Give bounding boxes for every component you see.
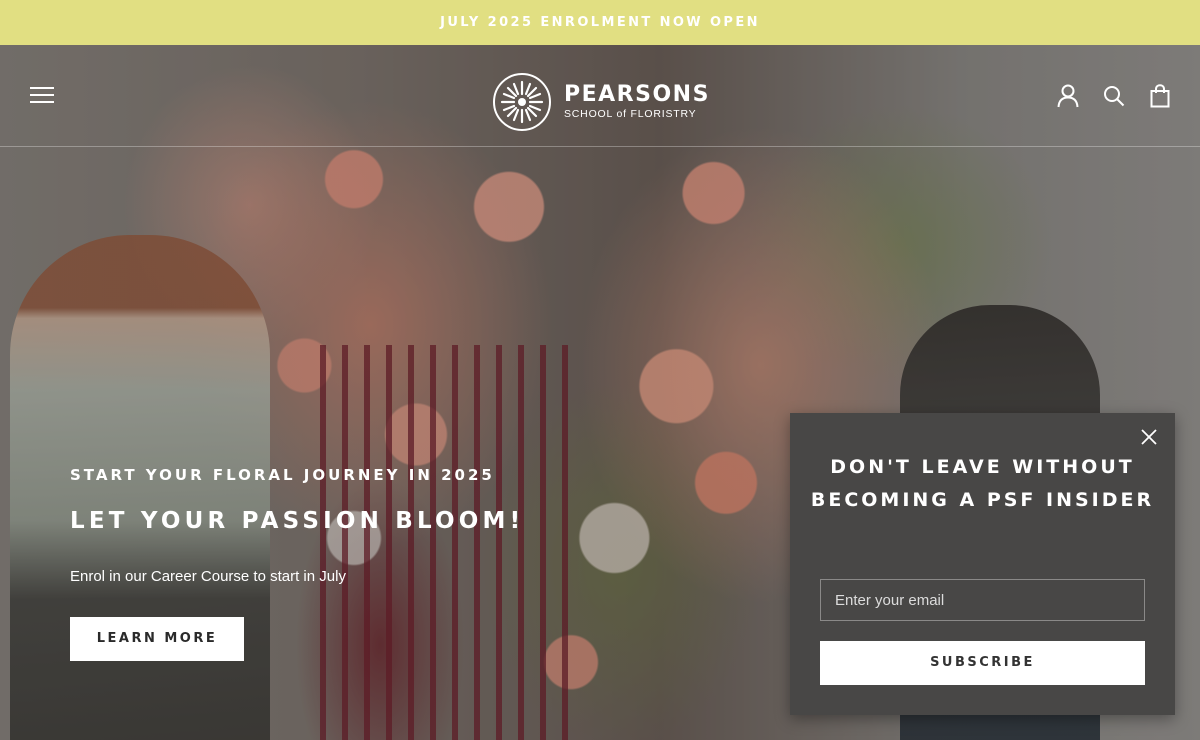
- hero-eyebrow: START YOUR FLORAL JOURNEY IN 2025: [70, 466, 495, 484]
- site-header: PEARSONS SCHOOL of FLORISTRY: [0, 45, 1200, 147]
- site-logo[interactable]: PEARSONS SCHOOL of FLORISTRY: [492, 72, 712, 132]
- subscribe-button[interactable]: SUBSCRIBE: [820, 641, 1145, 685]
- menu-icon[interactable]: [30, 87, 54, 105]
- newsletter-popup: DON'T LEAVE WITHOUT BECOMING A PSF INSID…: [790, 413, 1175, 715]
- announcement-bar[interactable]: JULY 2025 ENROLMENT NOW OPEN: [0, 0, 1200, 45]
- search-icon[interactable]: [1102, 83, 1126, 109]
- hero-subline: Enrol in our Career Course to start in J…: [70, 568, 346, 585]
- logo-flower-icon: [493, 73, 551, 131]
- hero-headline: LET YOUR PASSION BLOOM!: [70, 508, 525, 534]
- account-icon[interactable]: [1056, 83, 1080, 109]
- cart-icon[interactable]: [1148, 83, 1172, 109]
- hero-content: START YOUR FLORAL JOURNEY IN 2025 LET YO…: [70, 466, 524, 661]
- learn-more-button[interactable]: LEARN MORE: [70, 617, 244, 661]
- logo-subtitle: SCHOOL of FLORISTRY: [564, 108, 697, 120]
- close-icon[interactable]: [1139, 427, 1159, 447]
- email-field[interactable]: [820, 579, 1145, 621]
- logo-name: PEARSONS: [564, 82, 710, 107]
- popup-title: DON'T LEAVE WITHOUT BECOMING A PSF INSID…: [810, 456, 1155, 511]
- announcement-text[interactable]: JULY 2025 ENROLMENT NOW OPEN: [440, 15, 760, 30]
